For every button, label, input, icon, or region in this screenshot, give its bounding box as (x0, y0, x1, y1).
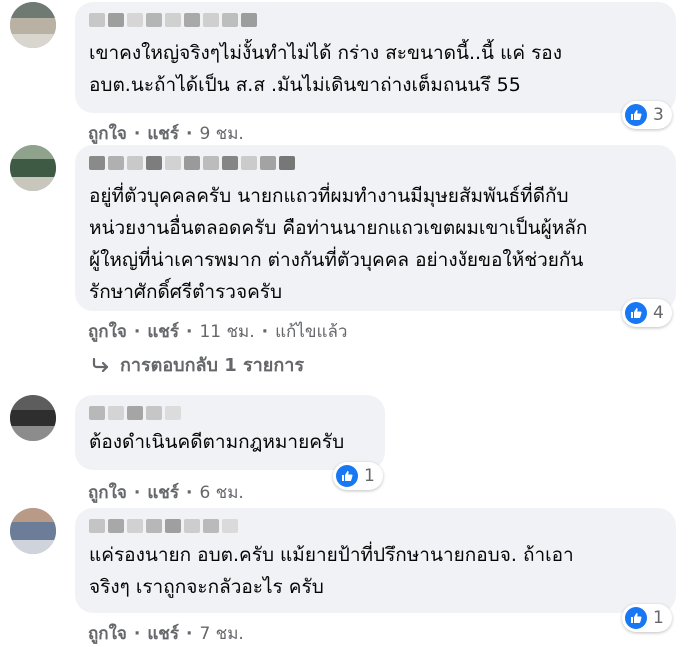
share-button[interactable]: แชร์ (147, 620, 179, 647)
timestamp[interactable]: 9 ชม. (199, 120, 243, 147)
separator-dot: · (185, 124, 193, 144)
comment-text: อยู่ที่ตัวบุคคลครับ นายกแถวที่ผมทำงานมีม… (89, 185, 588, 303)
comment-bubble: ต้องดำเนินคดีตามกฎหมายครับ (75, 395, 385, 470)
comment-bubble: อยู่ที่ตัวบุคคลครับ นายกแถวที่ผมทำงานมีม… (75, 145, 676, 311)
reaction-count: 3 (653, 105, 664, 125)
like-icon (336, 465, 358, 487)
separator-dot: · (185, 322, 193, 342)
reaction-count: 1 (653, 608, 664, 628)
reaction-summary[interactable]: 4 (622, 299, 672, 327)
avatar[interactable] (10, 145, 56, 191)
timestamp[interactable]: 6 ชม. (199, 479, 243, 506)
separator-dot: · (133, 124, 141, 144)
view-replies-label: การตอบกลับ 1 รายการ (120, 355, 305, 376)
avatar[interactable] (10, 395, 56, 441)
reaction-summary[interactable]: 3 (622, 101, 672, 129)
view-replies-link[interactable]: การตอบกลับ 1 รายการ (92, 350, 304, 379)
like-button[interactable]: ถูกใจ (88, 120, 127, 147)
timestamp[interactable]: 7 ชม. (199, 620, 243, 647)
like-button[interactable]: ถูกใจ (88, 479, 127, 506)
share-button[interactable]: แชร์ (147, 120, 179, 147)
timestamp[interactable]: 11 ชม. (199, 318, 254, 345)
reply-arrow-icon (92, 357, 109, 372)
separator-dot: · (185, 624, 193, 644)
like-icon (625, 104, 647, 126)
separator-dot: · (185, 483, 193, 503)
comment-actions: ถูกใจ · แชร์ · 11 ชม. · แก้ไขแล้ว (88, 318, 347, 345)
comment-actions: ถูกใจ · แชร์ · 7 ชม. (88, 620, 244, 647)
separator-dot: · (133, 322, 141, 342)
comment-actions: ถูกใจ · แชร์ · 6 ชม. (88, 479, 244, 506)
edited-label: แก้ไขแล้ว (275, 322, 348, 342)
comment-text: แค่รองนายก อบต.ครับ แม้ยายป้าที่ปรึกษานา… (89, 544, 574, 598)
comment-bubble: แค่รองนายก อบต.ครับ แม้ยายป้าที่ปรึกษานา… (75, 508, 676, 613)
separator-dot: · (261, 322, 269, 342)
reaction-summary[interactable]: 1 (622, 604, 672, 632)
like-button[interactable]: ถูกใจ (88, 318, 127, 345)
share-button[interactable]: แชร์ (147, 318, 179, 345)
reaction-count: 4 (653, 303, 664, 323)
commenter-name[interactable] (89, 13, 662, 27)
separator-dot: · (133, 624, 141, 644)
commenter-name[interactable] (89, 406, 371, 420)
commenter-name[interactable] (89, 519, 662, 533)
reaction-count: 1 (364, 466, 375, 486)
comment-text: เขาคงใหญ่จริงๆไม่งั้นทำไม่ได้ กร่าง สะขน… (89, 42, 562, 96)
avatar[interactable] (10, 2, 56, 48)
like-button[interactable]: ถูกใจ (88, 620, 127, 647)
avatar[interactable] (10, 508, 56, 554)
like-icon (625, 607, 647, 629)
commenter-name[interactable] (89, 156, 662, 170)
reaction-summary[interactable]: 1 (333, 462, 383, 490)
comment-bubble: เขาคงใหญ่จริงๆไม่งั้นทำไม่ได้ กร่าง สะขน… (75, 2, 676, 113)
comment-actions: ถูกใจ · แชร์ · 9 ชม. (88, 120, 244, 147)
like-icon (625, 302, 647, 324)
share-button[interactable]: แชร์ (147, 479, 179, 506)
comment-text: ต้องดำเนินคดีตามกฎหมายครับ (89, 431, 345, 453)
separator-dot: · (133, 483, 141, 503)
